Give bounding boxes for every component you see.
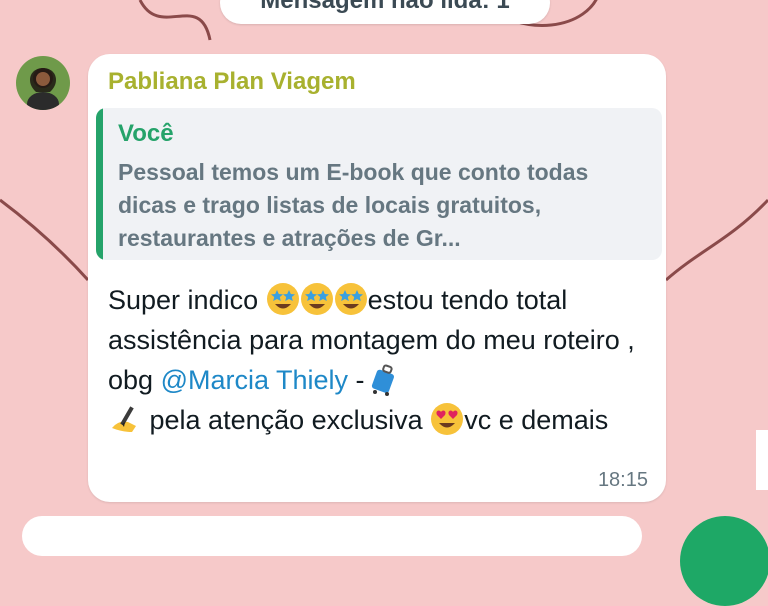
avatar-photo [16,56,70,110]
heart-eyes-emoji-icon [431,403,464,435]
message-text-part: vc e demais [464,405,609,435]
star-struck-emoji-icon [266,283,299,315]
message-text-part: - [348,365,365,395]
unread-banner-text: Mensagem não lida: 1 [260,0,510,14]
writing-hand-emoji-icon [112,406,136,432]
message-text: Super indico estou tendo total assistênc… [108,280,648,440]
message-text-part: Super indico [108,285,266,315]
sender-name[interactable]: Pabliana Plan Viagem [108,68,356,96]
next-message-bubble[interactable] [22,516,642,556]
quoted-message[interactable]: Você Pessoal temos um E-book que conto t… [96,108,662,260]
scroll-down-button[interactable] [680,516,768,606]
quoted-text: Pessoal temos um E-book que conto todas … [118,159,589,251]
quote-accent-bar [96,108,103,260]
mention-link[interactable]: @Marcia Thiely [161,365,348,395]
message-text-part: pela atenção exclusiva [142,405,431,435]
luggage-emoji-icon [371,364,394,396]
star-struck-emoji-icon [300,283,333,315]
avatar[interactable] [16,56,70,110]
star-struck-emoji-icon [334,283,367,315]
quoted-author: Você [118,120,174,147]
unread-messages-banner: Mensagem não lida: 1 [220,0,550,24]
message-bubble[interactable]: Pabliana Plan Viagem Você Pessoal temos … [88,54,666,502]
edge-overlay [756,430,768,490]
message-timestamp: 18:15 [597,469,648,491]
